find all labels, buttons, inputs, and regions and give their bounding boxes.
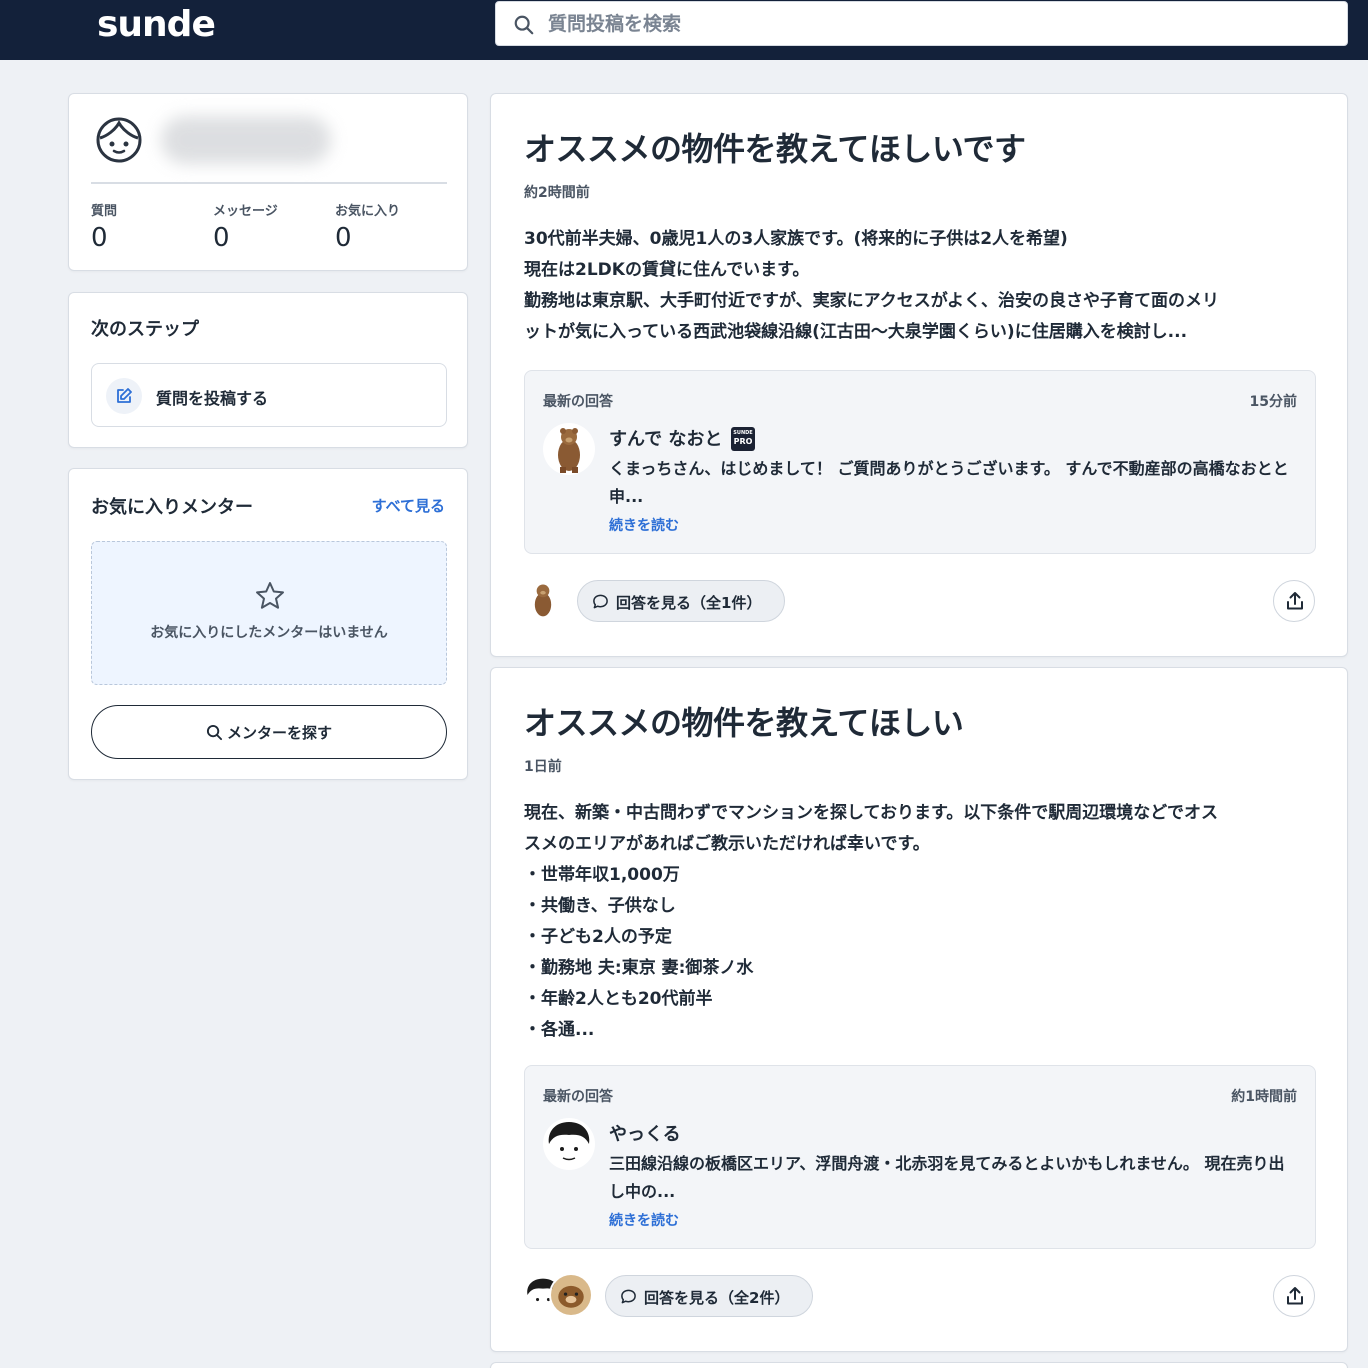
answerer-avatar-small[interactable] bbox=[549, 1273, 593, 1317]
question-body: 30代前半夫婦、0歳児1人の3人家族です。(将来的に子供は2人を希望) 現在は2… bbox=[524, 224, 1318, 348]
answer-excerpt: くまっちさん、はじめまして！ ご質問ありがとうございます。 すんで不動産部の高橋… bbox=[609, 459, 1289, 506]
answerer-name[interactable]: やっくる bbox=[609, 1120, 681, 1146]
question-card[interactable]: オススメの物件を教えてほしいです 約2時間前 30代前半夫婦、0歳児1人の3人家… bbox=[490, 93, 1348, 657]
comment-icon bbox=[593, 594, 608, 609]
question-time: 約2時間前 bbox=[524, 185, 590, 201]
question-body-line: ・共働き、子供なし bbox=[524, 896, 676, 916]
stat-messages[interactable]: メッセージ 0 bbox=[213, 200, 278, 253]
question-body-line: 勤務地は東京駅、大手町付近ですが、実家にアクセスがよく、治安の良さや子育て面のメ… bbox=[524, 291, 1219, 311]
top-header: sunde bbox=[0, 0, 1368, 60]
view-answers-label: 回答を見る（全2件） bbox=[644, 1289, 790, 1307]
star-icon bbox=[256, 582, 284, 609]
answerer-name[interactable]: すんで なおと bbox=[609, 425, 722, 451]
search-icon bbox=[206, 724, 223, 741]
blurred-username bbox=[161, 116, 331, 164]
stat-favorites[interactable]: お気に入り 0 bbox=[335, 200, 400, 253]
comment-icon bbox=[621, 1289, 636, 1304]
stat-label: メッセージ bbox=[213, 204, 278, 219]
post-question-button[interactable]: 質問を投稿する bbox=[91, 363, 447, 427]
share-button[interactable] bbox=[1273, 580, 1315, 622]
view-answers-button[interactable]: 回答を見る（全2件） bbox=[605, 1275, 813, 1317]
bear-avatar-icon bbox=[543, 423, 595, 475]
question-body-line: 現在、新築・中古問わずでマンションを探しております。以下条件で駅周辺環境などでオ… bbox=[524, 803, 1218, 823]
share-button[interactable] bbox=[1273, 1275, 1315, 1317]
favorite-mentors-card: お気に入りメンター すべて見る お気に入りにしたメンターはいません メンターを探… bbox=[68, 468, 468, 780]
latest-answer-box[interactable]: 最新の回答 15分前 すんで なおと SUNDE PRO くまっちさん、はじめま… bbox=[524, 370, 1316, 554]
latest-answer-box[interactable]: 最新の回答 約1時間前 やっくる 三田線沿線の板橋区エリア、浮間舟渡・北赤羽を見… bbox=[524, 1065, 1316, 1249]
find-mentor-button[interactable]: メンターを探す bbox=[91, 705, 447, 759]
question-body-line: スメのエリアがあればご教示いただければ幸いです。 bbox=[524, 834, 930, 854]
stat-questions[interactable]: 質問 0 bbox=[91, 200, 117, 253]
next-step-card: 次のステップ 質問を投稿する bbox=[68, 292, 468, 448]
question-body-line: ・各通... bbox=[524, 1020, 595, 1040]
favorite-mentors-title: お気に入りメンター bbox=[91, 497, 253, 518]
find-mentor-label: メンターを探す bbox=[226, 724, 332, 742]
answer-excerpt: 三田線沿線の板橋区エリア、浮間舟渡・北赤羽を見てみるとよいかもしれません。 現在… bbox=[609, 1154, 1285, 1201]
animal-avatar-icon bbox=[551, 1275, 591, 1315]
question-body-line: 現在は2LDKの賃貸に住んでいます。 bbox=[524, 260, 810, 280]
question-body-line: ットが気に入っている西武池袋線沿線(江古田〜大泉学園くらい)に住居購入を検討し.… bbox=[524, 322, 1188, 342]
sunde-logo[interactable]: sunde bbox=[97, 4, 216, 45]
profile-divider bbox=[91, 182, 447, 184]
profile-card: 質問 0 メッセージ 0 お気に入り 0 bbox=[68, 93, 468, 271]
bear-avatar-icon bbox=[523, 580, 563, 620]
stat-label: お気に入り bbox=[335, 204, 401, 219]
read-more-link[interactable]: 続きを読む bbox=[609, 1210, 679, 1230]
search-icon bbox=[514, 15, 534, 35]
pro-badge-icon: SUNDE PRO bbox=[731, 427, 755, 451]
question-body-line: ・勤務地 夫:東京 妻:御茶ノ水 bbox=[524, 958, 754, 978]
user-avatar-icon[interactable] bbox=[95, 116, 143, 164]
read-more-link[interactable]: 続きを読む bbox=[609, 515, 679, 535]
view-answers-button[interactable]: 回答を見る（全1件） bbox=[577, 580, 785, 622]
answerer-avatar[interactable] bbox=[543, 423, 595, 475]
pro-badge-bottom: PRO bbox=[733, 437, 753, 446]
latest-answer-label: 最新の回答 bbox=[543, 1089, 613, 1105]
share-icon bbox=[1287, 592, 1303, 610]
pro-badge-top: SUNDE bbox=[733, 430, 753, 436]
sketch-face-avatar-icon bbox=[543, 1118, 595, 1170]
question-body-line: ・子ども2人の予定 bbox=[524, 927, 672, 947]
empty-favorites-box: お気に入りにしたメンターはいません bbox=[91, 541, 447, 685]
question-title[interactable]: オススメの物件を教えてほしい bbox=[524, 698, 964, 744]
question-body-line: ・年齢2人とも20代前半 bbox=[524, 989, 713, 1009]
question-time: 1日前 bbox=[524, 759, 562, 775]
answerer-avatar-small[interactable] bbox=[521, 578, 565, 622]
search-bar[interactable] bbox=[495, 1, 1348, 46]
stat-value: 0 bbox=[335, 223, 352, 253]
question-body-line: 30代前半夫婦、0歳児1人の3人家族です。(将来的に子供は2人を希望) bbox=[524, 229, 1068, 249]
stat-value: 0 bbox=[213, 223, 230, 253]
next-step-title: 次のステップ bbox=[91, 319, 199, 340]
stat-value: 0 bbox=[91, 223, 108, 253]
answerer-avatar[interactable] bbox=[543, 1118, 595, 1170]
see-all-link[interactable]: すべて見る bbox=[372, 495, 445, 516]
question-body: 現在、新築・中古問わずでマンションを探しております。以下条件で駅周辺環境などでオ… bbox=[524, 798, 1318, 1046]
stat-label: 質問 bbox=[91, 204, 118, 219]
question-card[interactable]: オススメの物件を教えてほしい 1日前 現在、新築・中古問わずでマンションを探して… bbox=[490, 667, 1348, 1352]
post-question-label: 質問を投稿する bbox=[156, 389, 269, 408]
search-input[interactable] bbox=[548, 8, 1328, 40]
latest-answer-time: 約1時間前 bbox=[1231, 1089, 1297, 1105]
question-title[interactable]: オススメの物件を教えてほしいです bbox=[524, 124, 1026, 170]
latest-answer-label: 最新の回答 bbox=[543, 394, 613, 410]
share-icon bbox=[1287, 1287, 1303, 1305]
latest-answer-time: 15分前 bbox=[1249, 394, 1297, 410]
view-answers-label: 回答を見る（全1件） bbox=[616, 594, 762, 612]
question-card-partial[interactable] bbox=[490, 1362, 1348, 1368]
empty-favorites-message: お気に入りにしたメンターはいません bbox=[150, 625, 388, 641]
edit-icon bbox=[106, 378, 142, 414]
question-body-line: ・世帯年収1,000万 bbox=[524, 865, 680, 885]
